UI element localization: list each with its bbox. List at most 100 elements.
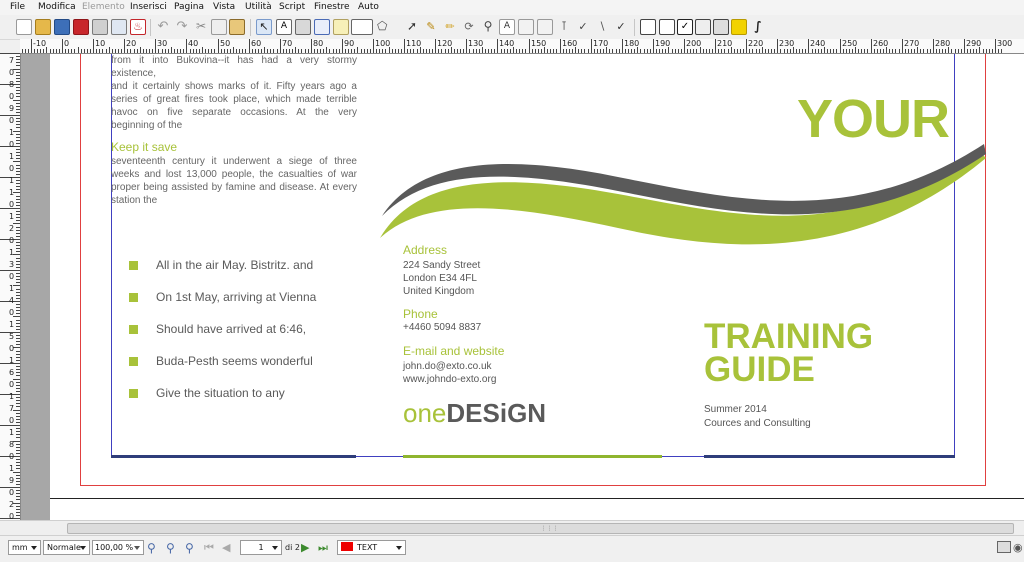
ruler-label: 120 (437, 39, 453, 48)
page[interactable]: from it into Bukovina--it has had a very… (50, 54, 1024, 520)
ruler-label: 210 (717, 39, 733, 48)
pdf-icon[interactable]: ♨ (130, 19, 146, 35)
contact-links[interactable]: john.do@exto.co.uk www.johndo-exto.org (403, 360, 496, 386)
page-select[interactable]: 1 (240, 540, 282, 555)
zoom-actual-icon[interactable]: ⚲ (166, 541, 175, 555)
zoom-field[interactable]: 100,00 % (92, 540, 144, 555)
preview-mode-select[interactable]: Normale (43, 540, 90, 555)
close-doc-icon[interactable] (73, 19, 89, 35)
ruler-label: 0 (9, 380, 15, 389)
scrollbar-thumb[interactable]: ⋮⋮⋮ (67, 523, 1014, 534)
bezier-icon[interactable]: ✎ (423, 19, 439, 35)
phone-label: Phone (403, 307, 438, 321)
edit-text-icon[interactable]: A (499, 19, 515, 35)
horizontal-ruler[interactable]: -10 0 10 20 30 40 50 60 70 80 90 100 110 120 130 140 150… (20, 39, 1024, 54)
zoom-icon[interactable]: ⚲ (480, 19, 496, 35)
menu-pagina[interactable]: Pagina (174, 0, 204, 15)
measure-icon[interactable]: ⊺ (556, 19, 572, 35)
last-page-icon[interactable]: ⏭ (318, 541, 328, 555)
zoom-out-icon[interactable]: ⚲ (147, 541, 156, 555)
vertical-ruler[interactable]: 708090101011012013014015016017018019020 (0, 53, 21, 523)
document-canvas[interactable]: from it into Bukovina--it has had a very… (21, 54, 1024, 520)
ruler-label: 0 (9, 140, 15, 149)
render-frame-icon[interactable] (314, 19, 330, 35)
freehand-icon[interactable]: ✏ (442, 19, 458, 35)
menu-vista[interactable]: Vista (213, 0, 235, 15)
redo-icon[interactable]: ↷ (174, 19, 190, 35)
paste-icon[interactable] (229, 19, 245, 35)
text-frame-icon[interactable]: A (276, 19, 292, 35)
menu-elemento[interactable]: Elemento (82, 0, 125, 15)
ruler-label: 0 (9, 236, 15, 245)
new-icon[interactable] (16, 19, 32, 35)
image-frame-icon[interactable] (295, 19, 311, 35)
address-label: Address (403, 243, 448, 257)
title-training: TRAINING (704, 317, 874, 356)
pdf-combobox-icon[interactable]: ✓ (677, 19, 693, 35)
zoom-in-icon[interactable]: ⚲ (185, 541, 194, 555)
ruler-label: 40 (188, 39, 199, 48)
ruler-label: 70 (282, 39, 293, 48)
ruler-label: 140 (499, 39, 515, 48)
pdf-button-icon[interactable]: ✓ (613, 19, 629, 35)
ruler-label: 200 (686, 39, 702, 48)
pdf-textfield-icon[interactable] (640, 19, 656, 35)
horizontal-scrollbar[interactable]: ⋮⋮⋮ (0, 520, 1024, 535)
preflight-icon[interactable] (111, 19, 127, 35)
pdf-link-icon[interactable] (731, 19, 747, 35)
pdf-checkbox-icon[interactable] (659, 19, 675, 35)
ruler-label: 7 (9, 56, 15, 65)
rotate-icon[interactable]: ⟳ (461, 19, 477, 35)
next-page-icon[interactable]: ▶ (301, 541, 309, 554)
print-icon[interactable] (92, 19, 108, 35)
bullet-item-4: Buda-Pesth seems wonderful (156, 354, 313, 368)
line-icon[interactable]: ➚ (404, 19, 420, 35)
menu-inserisci[interactable]: Inserisci (130, 0, 167, 15)
menu-modifica[interactable]: Modifica (38, 0, 76, 15)
eyedropper-icon[interactable]: ∖ (594, 19, 610, 35)
swoosh-graphic[interactable] (378, 144, 990, 274)
select-icon[interactable]: ↖ (256, 19, 272, 35)
unlink-text-icon[interactable] (537, 19, 553, 35)
title-block[interactable]: TRAINING GUIDE (704, 317, 874, 387)
ruler-label: 1 (9, 152, 15, 161)
frame-bar-left (111, 455, 356, 458)
polygon-icon[interactable]: ⬠ (377, 19, 399, 35)
ruler-label: 250 (842, 39, 858, 48)
menu-auto[interactable]: Auto (358, 0, 379, 15)
save-icon[interactable] (54, 19, 70, 35)
menu-finestre[interactable]: Finestre (314, 0, 350, 15)
link-text-icon[interactable] (518, 19, 534, 35)
first-page-icon[interactable]: ⏮ (204, 541, 214, 555)
preview-toggle-icon[interactable]: ◉ (1013, 541, 1023, 554)
previous-page-icon[interactable]: ◀ (222, 541, 230, 554)
table-icon[interactable] (333, 19, 349, 35)
pdf-annotation-icon[interactable] (713, 19, 729, 35)
intro-text-frame[interactable]: from it into Bukovina--it has had a very… (111, 54, 357, 132)
headline-your[interactable]: YOUR (797, 88, 950, 150)
link-annotation-icon[interactable]: ∫ (750, 19, 766, 35)
subtitle-block[interactable]: Summer 2014 Cources and Consulting (704, 403, 811, 431)
layer-select[interactable]: TEXT (337, 540, 406, 555)
copy-icon[interactable] (211, 19, 227, 35)
menu-script[interactable]: Script (279, 0, 305, 15)
copy-properties-icon[interactable]: ✓ (575, 19, 591, 35)
section-body[interactable]: seventeenth century it underwent a siege… (111, 155, 357, 207)
bullet-item-2: On 1st May, arriving at Vienna (156, 290, 317, 304)
ruler-label: 0 (9, 416, 15, 425)
undo-icon[interactable]: ↶ (155, 19, 171, 35)
cut-icon[interactable]: ✂ (193, 19, 209, 35)
phone-number[interactable]: +4460 5094 8837 (403, 322, 481, 333)
ruler-label: 6 (9, 368, 15, 377)
menu-utilita[interactable]: Utilità (245, 0, 272, 15)
display-toggle-icon[interactable] (997, 541, 1011, 553)
address-line-2: London E34 4FL (403, 273, 477, 284)
company-logo[interactable]: oneDESiGN (403, 398, 546, 429)
pdf-listbox-icon[interactable] (695, 19, 711, 35)
ruler-label: 9 (9, 476, 15, 485)
open-icon[interactable] (35, 19, 51, 35)
unit-select[interactable]: mm (8, 540, 41, 555)
menu-file[interactable]: File (10, 0, 25, 15)
address-block[interactable]: 224 Sandy Street London E34 4FL United K… (403, 259, 480, 298)
shape-icon[interactable] (351, 19, 373, 35)
